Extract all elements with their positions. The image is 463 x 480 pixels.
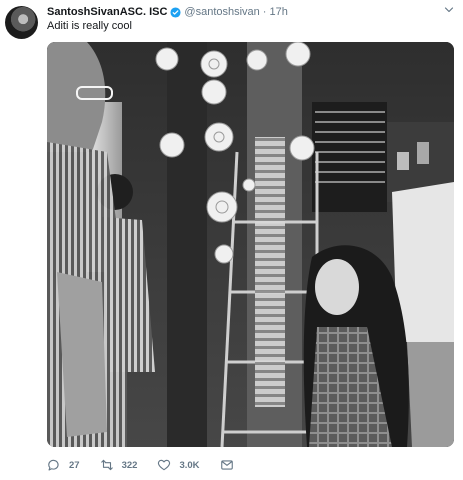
tweet-photo[interactable] bbox=[47, 42, 454, 447]
chevron-down-icon[interactable] bbox=[443, 4, 455, 16]
tweet-header: SantoshSivanASC. ISC @santoshsivan · 17h bbox=[47, 4, 288, 20]
author-handle[interactable]: @santoshsivan bbox=[184, 6, 259, 18]
avatar[interactable] bbox=[5, 6, 38, 39]
reply-icon bbox=[48, 459, 59, 471]
photo-scene bbox=[47, 42, 454, 447]
author-name[interactable]: SantoshSivanASC. ISC bbox=[47, 6, 167, 18]
reply-count: 27 bbox=[69, 459, 80, 471]
message-icon bbox=[220, 460, 233, 470]
reply-button[interactable]: 27 bbox=[47, 458, 80, 472]
tweet-text: Aditi is really cool bbox=[47, 20, 132, 32]
tweet-actions: 27 322 3.0K bbox=[47, 456, 262, 474]
like-icon bbox=[158, 459, 171, 471]
retweet-icon bbox=[100, 459, 113, 471]
verified-badge-icon bbox=[170, 6, 181, 18]
timestamp[interactable]: 17h bbox=[269, 6, 287, 18]
separator-dot: · bbox=[262, 6, 267, 18]
like-button[interactable]: 3.0K bbox=[157, 458, 200, 472]
message-button[interactable] bbox=[220, 458, 242, 472]
tweet: SantoshSivanASC. ISC @santoshsivan · 17h… bbox=[0, 0, 463, 480]
retweet-count: 322 bbox=[121, 459, 138, 471]
like-count: 3.0K bbox=[179, 459, 200, 471]
retweet-button[interactable]: 322 bbox=[100, 458, 138, 472]
